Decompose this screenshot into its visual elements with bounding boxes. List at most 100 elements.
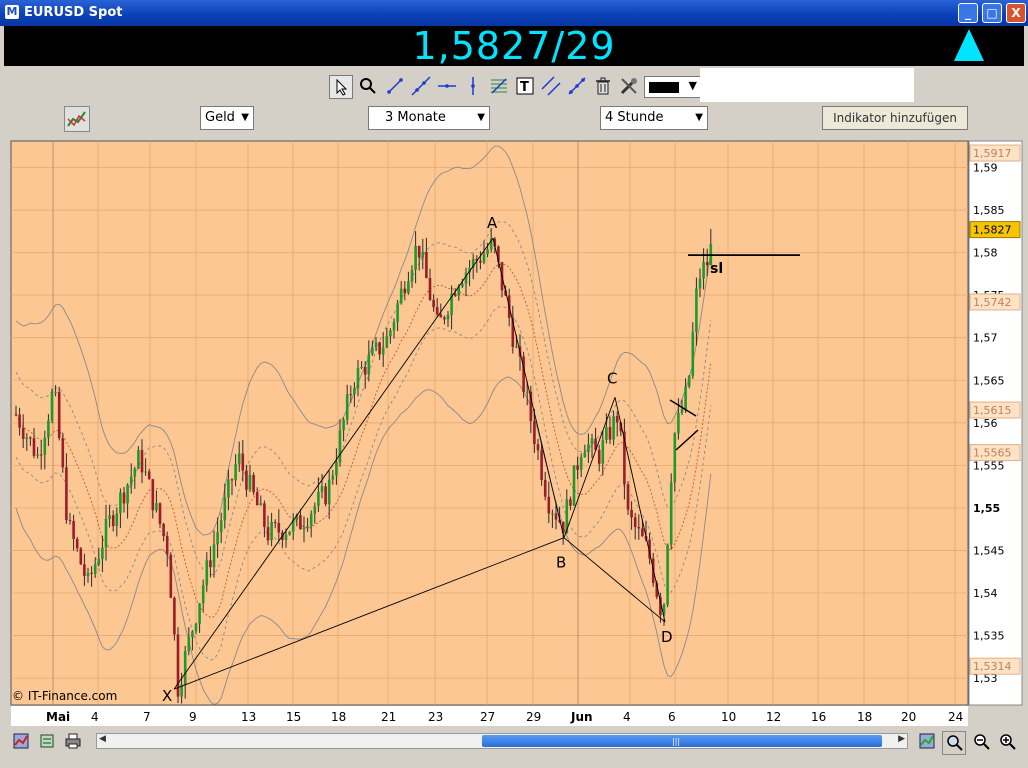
bottom-toolbar: ◀ ||| ▶ bbox=[4, 728, 1024, 756]
scrollbar-thumb[interactable]: ||| bbox=[482, 735, 882, 747]
candle-body bbox=[605, 427, 608, 441]
pitchfork-icon[interactable] bbox=[565, 75, 589, 99]
candle-body bbox=[201, 585, 205, 604]
line-icon[interactable] bbox=[383, 75, 407, 99]
price-type-value: Geld bbox=[205, 110, 235, 125]
y-tick-label: 1,58 bbox=[973, 247, 998, 260]
candle-body bbox=[410, 269, 414, 282]
candle-body bbox=[533, 421, 536, 445]
x-tick-label: 18 bbox=[857, 710, 872, 724]
chevron-down-icon: ▼ bbox=[241, 112, 249, 123]
x-tick-label: Jun bbox=[570, 710, 593, 724]
candle-body bbox=[97, 559, 101, 565]
candle-body bbox=[61, 438, 65, 468]
time-scrollbar[interactable]: ◀ ||| ▶ bbox=[96, 733, 908, 749]
candle-body bbox=[137, 450, 140, 469]
maximize-button[interactable]: □ bbox=[982, 3, 1002, 23]
candle-body bbox=[126, 484, 129, 504]
candle-body bbox=[673, 433, 677, 483]
channel-icon[interactable] bbox=[539, 75, 563, 99]
candle-body bbox=[104, 518, 108, 548]
price-type-select[interactable]: Geld ▼ bbox=[200, 106, 254, 130]
svg-text:T: T bbox=[520, 80, 529, 95]
scroll-right-icon[interactable]: ▶ bbox=[898, 734, 905, 744]
x-tick-label: 20 bbox=[901, 710, 916, 724]
candle-body bbox=[691, 332, 695, 376]
candle-body bbox=[36, 454, 39, 456]
candle-body bbox=[702, 262, 705, 279]
close-button[interactable]: X bbox=[1006, 3, 1026, 23]
candle-body bbox=[32, 438, 36, 456]
zoom-fit-icon[interactable] bbox=[942, 731, 966, 755]
price-display: 1,5827/29 bbox=[4, 24, 1024, 68]
export-icon[interactable] bbox=[36, 731, 58, 753]
x-tick-label: 16 bbox=[811, 710, 826, 724]
candle-body bbox=[417, 245, 421, 258]
x-tick-label: 7 bbox=[143, 710, 151, 724]
title-bar: M EURUSD Spot _ □ X bbox=[0, 0, 1028, 26]
chart-type-icon[interactable] bbox=[64, 106, 90, 132]
zoom-in-icon[interactable] bbox=[996, 731, 1018, 753]
candle-body bbox=[446, 314, 450, 320]
candle-body bbox=[140, 450, 144, 473]
minimize-button[interactable]: _ bbox=[958, 3, 978, 23]
candle-body bbox=[230, 479, 234, 481]
chart-settings-icon[interactable] bbox=[916, 731, 938, 753]
candle-body bbox=[641, 528, 644, 537]
candle-body bbox=[543, 479, 547, 497]
candle-body bbox=[115, 513, 119, 527]
candle-body bbox=[194, 623, 198, 632]
x-tick-label: 15 bbox=[286, 710, 301, 724]
x-tick-label: 23 bbox=[428, 710, 443, 724]
fibonacci-icon[interactable] bbox=[487, 75, 511, 99]
x-tick-label: 27 bbox=[480, 710, 495, 724]
x-tick-label: 9 bbox=[189, 710, 197, 724]
chart-controls: Geld ▼ 3 Monate ▼ 4 Stunde ▼ Indikator h… bbox=[4, 102, 1024, 136]
trash-icon[interactable] bbox=[591, 75, 615, 99]
candle-body bbox=[255, 492, 259, 506]
cursor-icon[interactable] bbox=[329, 75, 353, 99]
horizontal-line-icon[interactable] bbox=[435, 75, 459, 99]
pattern-point-label: B bbox=[556, 554, 566, 572]
candle-body bbox=[43, 437, 47, 455]
x-tick-label: 29 bbox=[526, 710, 541, 724]
add-indicator-button[interactable]: Indikator hinzufügen bbox=[822, 106, 968, 130]
candle-body bbox=[317, 491, 320, 507]
candle-body bbox=[252, 474, 255, 493]
chart-area[interactable]: XABCD 1,591,5851,581,5751,571,5651,561,5… bbox=[8, 138, 1024, 728]
candle-body bbox=[209, 560, 212, 568]
x-tick-label: 21 bbox=[381, 710, 396, 724]
candle-body bbox=[554, 513, 558, 520]
candle-body bbox=[14, 414, 18, 416]
zoom-icon[interactable] bbox=[356, 75, 380, 99]
candle-body bbox=[133, 468, 137, 477]
vertical-line-icon[interactable] bbox=[461, 75, 485, 99]
y-tick-label: 1,545 bbox=[973, 544, 1005, 557]
y-tick-label: 1,55 bbox=[973, 502, 1000, 515]
properties-icon[interactable] bbox=[617, 75, 641, 99]
x-tick-label: 10 bbox=[721, 710, 736, 724]
color-swatch bbox=[649, 82, 679, 93]
period-select[interactable]: 3 Monate ▼ bbox=[368, 106, 490, 130]
candle-body bbox=[25, 437, 29, 439]
ray-icon[interactable] bbox=[409, 75, 433, 99]
scroll-left-icon[interactable]: ◀ bbox=[99, 734, 106, 744]
candle-body bbox=[151, 479, 155, 511]
y-tick-label: 1,555 bbox=[973, 459, 1005, 472]
x-tick-label: 4 bbox=[623, 710, 631, 724]
text-icon[interactable]: T bbox=[513, 75, 537, 99]
candle-body bbox=[327, 479, 331, 505]
zoom-out-icon[interactable] bbox=[970, 731, 992, 753]
print-icon[interactable] bbox=[62, 731, 84, 753]
candle-body bbox=[284, 534, 288, 540]
line-color-picker[interactable]: ▼ bbox=[644, 76, 702, 98]
chart-settings-icon[interactable] bbox=[10, 731, 32, 753]
price-chart[interactable]: XABCD 1,591,5851,581,5751,571,5651,561,5… bbox=[8, 138, 1024, 728]
interval-select[interactable]: 4 Stunde ▼ bbox=[600, 106, 708, 130]
candle-body bbox=[666, 544, 669, 605]
candle-body bbox=[695, 288, 698, 333]
candle-body bbox=[597, 449, 601, 464]
chevron-down-icon: ▼ bbox=[688, 79, 697, 92]
candle-body bbox=[205, 560, 209, 586]
candle-body bbox=[392, 322, 396, 331]
